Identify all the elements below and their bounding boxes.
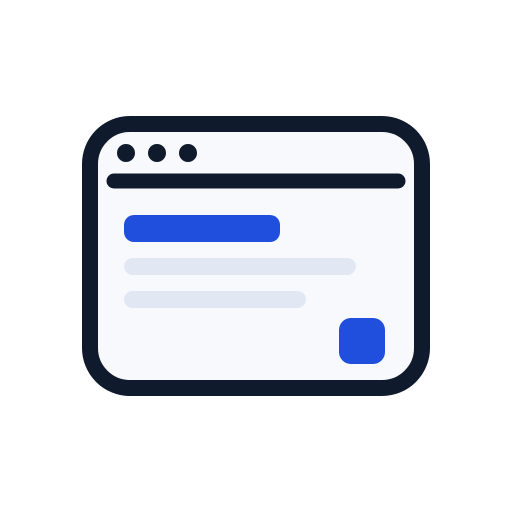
browser-window-illustration	[0, 0, 512, 512]
heading-placeholder-bar	[124, 215, 280, 242]
text-placeholder-line-2	[124, 291, 306, 308]
window-control-dot-2	[148, 144, 166, 162]
action-button-square	[339, 318, 385, 364]
window-control-dot-3	[179, 144, 197, 162]
window-control-dot-1	[117, 144, 135, 162]
text-placeholder-line-1	[124, 258, 356, 275]
browser-window-icon	[82, 116, 430, 396]
